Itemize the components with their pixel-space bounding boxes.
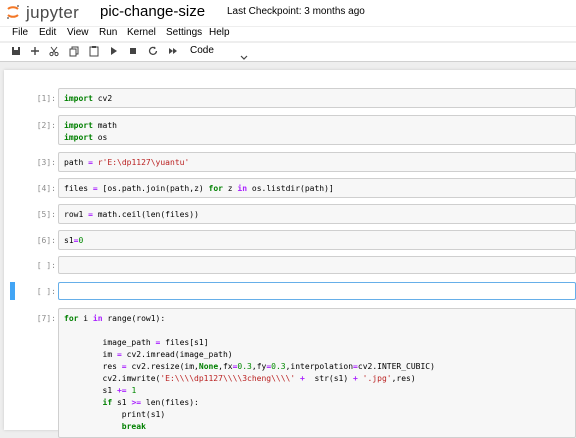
logo-text: jupyter bbox=[26, 3, 80, 22]
cell-prompt: [1]: bbox=[36, 94, 56, 103]
code-block: for i in range(row1): image_path = files… bbox=[64, 314, 435, 431]
code-cell[interactable]: [6]: s1=0 bbox=[4, 230, 576, 250]
cell-prompt: [6]: bbox=[36, 236, 56, 245]
cell-prompt: [2]: bbox=[36, 121, 56, 130]
cell-prompt: [7]: bbox=[36, 314, 56, 323]
menu-edit[interactable]: Edit bbox=[39, 27, 56, 38]
run-icon[interactable] bbox=[108, 45, 120, 57]
code-line: row1 = math.ceil(len(files)) bbox=[64, 210, 199, 219]
stop-icon[interactable] bbox=[127, 45, 139, 57]
fast-forward-icon[interactable] bbox=[167, 45, 179, 57]
cell-prompt: [ ]: bbox=[36, 261, 56, 270]
cell-input[interactable] bbox=[58, 256, 576, 274]
code-cell[interactable]: [5]: row1 = math.ceil(len(files)) bbox=[4, 204, 576, 224]
cell-input[interactable]: import cv2 bbox=[58, 88, 576, 108]
code-cell-selected[interactable]: [ ]: bbox=[4, 282, 576, 300]
menu-kernel[interactable]: Kernel bbox=[127, 27, 156, 38]
menu-file[interactable]: File bbox=[12, 27, 28, 38]
cell-prompt: [ ]: bbox=[36, 287, 56, 296]
cell-input[interactable]: files = [os.path.join(path,z) for z in o… bbox=[58, 178, 576, 198]
cell-prompt: [5]: bbox=[36, 210, 56, 219]
last-checkpoint: Last Checkpoint: 3 months ago bbox=[227, 6, 365, 17]
chevron-down-icon[interactable] bbox=[240, 48, 248, 66]
menu-help[interactable]: Help bbox=[209, 27, 230, 38]
code-cell[interactable]: [3]: path = r'E:\dp1127\yuantu' bbox=[4, 152, 576, 172]
cell-type-select[interactable]: Code bbox=[190, 45, 214, 56]
cell-input[interactable]: s1=0 bbox=[58, 230, 576, 250]
menu-run[interactable]: Run bbox=[99, 27, 117, 38]
menu-view[interactable]: View bbox=[67, 27, 89, 38]
code-line: files = [os.path.join(path,z) for z in o… bbox=[64, 184, 334, 193]
code-cell[interactable]: [ ]: bbox=[4, 256, 576, 274]
menu-bar: File Edit View Run Kernel Settings Help bbox=[0, 27, 576, 41]
cell-input[interactable]: for i in range(row1): image_path = files… bbox=[58, 308, 576, 438]
cut-icon[interactable] bbox=[48, 45, 60, 57]
cell-input[interactable]: row1 = math.ceil(len(files)) bbox=[58, 204, 576, 224]
notebook-title[interactable]: pic-change-size bbox=[100, 3, 205, 20]
cell-prompt: [3]: bbox=[36, 158, 56, 167]
save-icon[interactable] bbox=[10, 45, 22, 57]
cell-input[interactable]: import math import os bbox=[58, 115, 576, 145]
add-cell-icon[interactable] bbox=[29, 45, 41, 57]
paste-icon[interactable] bbox=[88, 45, 100, 57]
cell-prompt: [4]: bbox=[36, 184, 56, 193]
top-header: jupyter pic-change-size Last Checkpoint:… bbox=[0, 0, 576, 26]
notebook-panel: [1]: import cv2 [2]: import math import … bbox=[4, 70, 576, 438]
copy-icon[interactable] bbox=[68, 45, 80, 57]
code-line: import math import os bbox=[64, 121, 117, 142]
code-line: path = r'E:\dp1127\yuantu' bbox=[64, 158, 190, 167]
code-line: s1=0 bbox=[64, 236, 84, 245]
code-cell[interactable]: [4]: files = [os.path.join(path,z) for z… bbox=[4, 178, 576, 198]
jupyter-logo-icon bbox=[7, 5, 19, 19]
cell-input[interactable] bbox=[58, 282, 576, 300]
code-cell[interactable]: [7]: for i in range(row1): image_path = … bbox=[4, 308, 576, 438]
cell-input[interactable]: path = r'E:\dp1127\yuantu' bbox=[58, 152, 576, 172]
toolbar: Code bbox=[0, 43, 576, 62]
code-cell[interactable]: [2]: import math import os bbox=[4, 115, 576, 145]
code-line: import cv2 bbox=[64, 94, 113, 103]
menu-settings[interactable]: Settings bbox=[166, 27, 202, 38]
code-cell[interactable]: [1]: import cv2 bbox=[4, 88, 576, 108]
restart-icon[interactable] bbox=[147, 45, 159, 57]
